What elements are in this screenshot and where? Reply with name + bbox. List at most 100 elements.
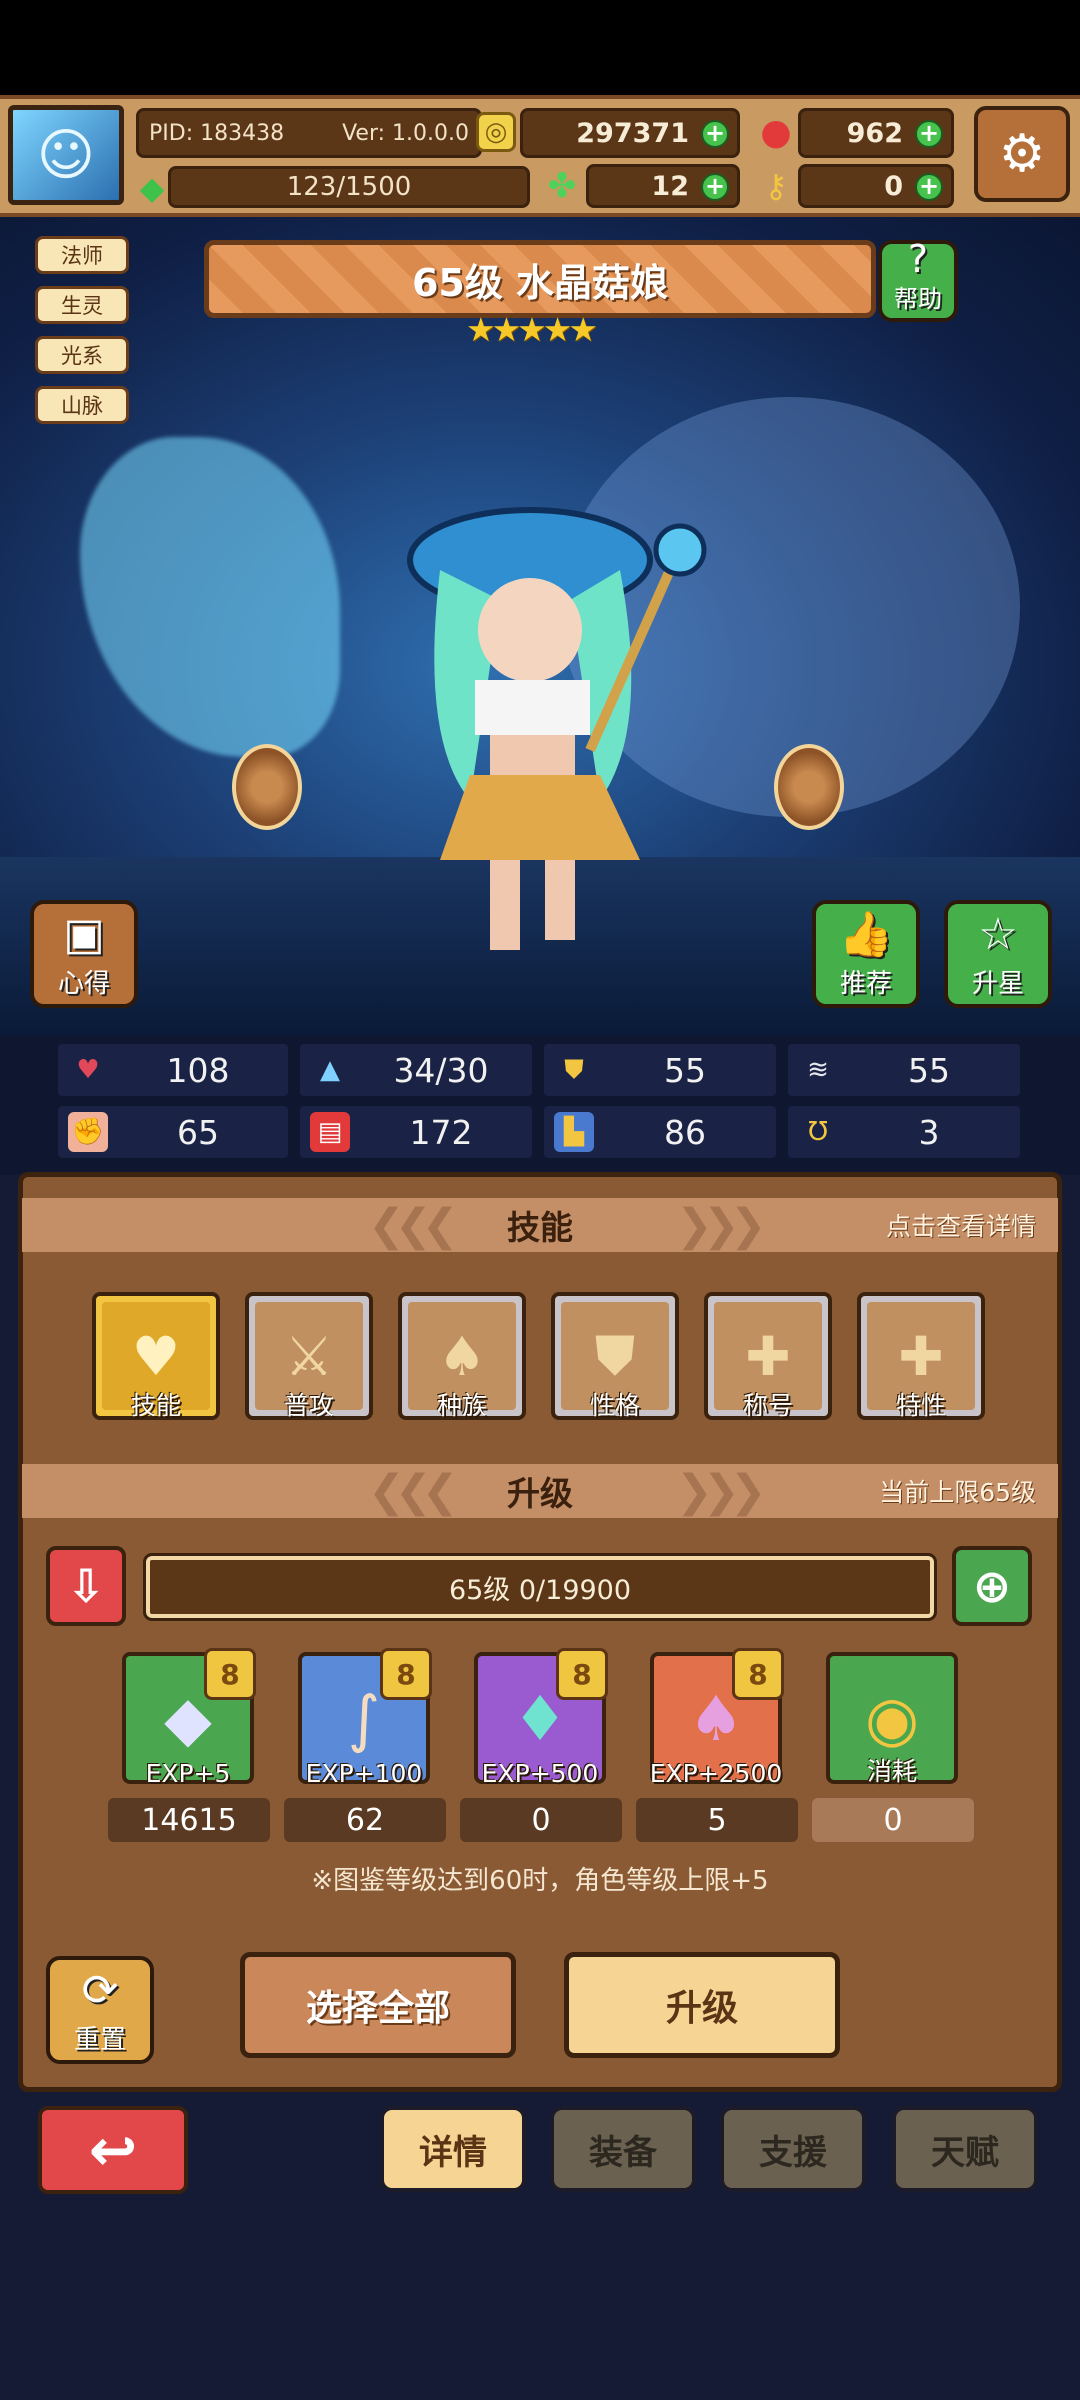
gem-display: 962 + xyxy=(798,108,954,158)
skill-slot-skill[interactable]: ♥ 技能 xyxy=(92,1292,220,1420)
plus-circle-icon: ⊕ xyxy=(972,1559,1012,1613)
chevron-right-icon: ❯❯❯ xyxy=(676,1199,767,1251)
ruby-gem-icon: ● xyxy=(760,111,792,153)
skill-slot-personality[interactable]: ⛊ 性格 xyxy=(551,1292,679,1420)
chevron-left-icon: ❮❮❮ xyxy=(368,1199,459,1251)
stat-magic: ▤ 172 xyxy=(300,1106,532,1158)
download-arrow-icon: ⇩ xyxy=(66,1559,106,1613)
level-down-button[interactable]: ⇩ xyxy=(46,1546,126,1626)
tab-label: 详情 xyxy=(419,2132,487,2173)
wing-icon: ≋ xyxy=(807,1055,829,1085)
floating-coin-right xyxy=(774,744,844,830)
exp-item-label: EXP+500 xyxy=(481,1759,599,1788)
key-display: 0 + xyxy=(798,164,954,208)
add-clover-button[interactable]: + xyxy=(701,173,729,201)
scroll-icon: ▣ xyxy=(63,909,105,960)
insight-button[interactable]: ▣ 心得 xyxy=(30,900,138,1008)
skill-label: 种族 xyxy=(436,1391,487,1420)
level-cap-notice: ※图鉴等级达到60时，角色等级上限+5 xyxy=(311,1866,769,1896)
back-button[interactable]: ↩ xyxy=(38,2106,188,2194)
skill-label: 特性 xyxy=(895,1391,946,1420)
settings-button[interactable]: ⚙ xyxy=(974,106,1070,202)
add-key-button[interactable]: + xyxy=(915,173,943,201)
player-avatar[interactable]: ☺ xyxy=(8,105,124,205)
level-progress-text: 65级 0/19900 xyxy=(448,1574,632,1606)
stat-hp: ♥ 108 xyxy=(58,1044,288,1096)
recommend-label: 推荐 xyxy=(839,969,892,999)
stat-mana-value: 34/30 xyxy=(393,1050,489,1090)
skill-label: 技能 xyxy=(130,1391,181,1420)
add-gem-button[interactable]: + xyxy=(915,120,943,148)
stat-magic-value: 172 xyxy=(409,1112,473,1152)
upgrade-header: ❮❮❮ 升级 ❯❯❯ 当前上限65级 xyxy=(22,1464,1058,1518)
shield-icon: ⛊ xyxy=(564,1054,584,1085)
refresh-icon: ⟳ xyxy=(81,1965,119,2016)
chevron-right-icon: ❯❯❯ xyxy=(676,1465,767,1517)
consume-item[interactable]: ◉ 消耗 xyxy=(826,1652,958,1786)
exp-item-100[interactable]: ∫ 8 EXP+100 xyxy=(298,1648,432,1788)
exp-item-label: EXP+100 xyxy=(305,1759,423,1788)
stat-resist-value: 86 xyxy=(664,1112,706,1152)
gear-icon: ⚙ xyxy=(998,124,1046,184)
thumbs-up-icon: 👍 xyxy=(838,909,894,960)
hero-title: 65级 水晶菇娘 xyxy=(411,260,669,305)
stat-luck: Ʊ 3 xyxy=(788,1106,1020,1158)
exp-item-count: 0 xyxy=(460,1798,622,1842)
exp-item-5[interactable]: ◆ 8 EXP+5 xyxy=(122,1648,256,1788)
tab-talent[interactable]: 天赋 xyxy=(892,2106,1038,2192)
star-icon: ☆ xyxy=(978,909,1018,960)
coin-badge-icon: 8 xyxy=(380,1648,432,1700)
upgrade-label: 升级 xyxy=(665,1988,738,2029)
exp-item-label: EXP+2500 xyxy=(649,1759,783,1788)
bone-icon: ∫ xyxy=(347,1681,381,1755)
hero-tag-element: 光系 xyxy=(35,336,129,374)
droplet-icon: ▲ xyxy=(320,1055,340,1085)
exp-item-500[interactable]: ♦ 8 EXP+500 xyxy=(474,1648,608,1788)
hero-tag-class: 法师 xyxy=(35,236,129,274)
skill-slot-trait[interactable]: ✚ 特性 xyxy=(857,1292,985,1420)
player-info: PID: 183438 Ver: 1.0.0.0 xyxy=(136,108,482,158)
skills-header[interactable]: ❮❮❮ 技能 ❯❯❯ 点击查看详情 xyxy=(22,1198,1058,1252)
add-gold-button[interactable]: + xyxy=(701,120,729,148)
stamina-leaf-icon: ◆ xyxy=(139,169,165,207)
consume-count: 0 xyxy=(812,1798,974,1842)
exp-item-label: 消耗 xyxy=(866,1757,917,1786)
star-up-label: 升星 xyxy=(971,969,1024,999)
coin-badge-icon: 8 xyxy=(556,1648,608,1700)
stat-speed-value: 55 xyxy=(908,1050,950,1090)
horseshoe-icon: Ʊ xyxy=(808,1117,828,1147)
help-button[interactable]: ? 帮助 xyxy=(878,239,958,322)
select-all-button[interactable]: 选择全部 xyxy=(240,1952,516,2058)
level-up-add-button[interactable]: ⊕ xyxy=(952,1546,1032,1626)
coin-badge-icon: 8 xyxy=(204,1648,256,1700)
stat-speed: ≋ 55 xyxy=(788,1044,1020,1096)
clover-display: 12 + xyxy=(586,164,740,208)
star-up-button[interactable]: ☆ 升星 xyxy=(944,900,1052,1008)
help-label: 帮助 xyxy=(894,285,942,313)
skill-label: 普攻 xyxy=(283,1391,334,1420)
tab-equipment[interactable]: 装备 xyxy=(550,2106,696,2192)
reset-label: 重置 xyxy=(73,2025,126,2055)
exp-item-2500[interactable]: ♠ 8 EXP+2500 xyxy=(650,1648,784,1788)
fist-icon: ✊ xyxy=(68,1112,108,1152)
hero-title-banner: 65级 水晶菇娘 xyxy=(204,240,876,318)
reset-button[interactable]: ⟳ 重置 xyxy=(46,1956,154,2064)
recommend-button[interactable]: 👍 推荐 xyxy=(812,900,920,1008)
skill-slot-title[interactable]: ✚ 称号 xyxy=(704,1292,832,1420)
select-all-label: 选择全部 xyxy=(305,1988,450,2029)
hero-star-rating: ★★★★★ xyxy=(466,310,598,349)
hero-tag-race: 生灵 xyxy=(35,286,129,324)
spellbook-icon: ▤ xyxy=(310,1112,350,1152)
upgrade-button[interactable]: 升级 xyxy=(564,1952,840,2058)
skill-label: 称号 xyxy=(742,1391,793,1420)
gold-coin-icon: ◉ xyxy=(864,1681,920,1755)
status-bar-area xyxy=(0,0,1080,95)
tab-support[interactable]: 支援 xyxy=(720,2106,866,2192)
stat-resist: ▙ 86 xyxy=(544,1106,776,1158)
tab-details[interactable]: 详情 xyxy=(380,2106,526,2192)
stat-hp-value: 108 xyxy=(166,1050,230,1090)
skill-slot-attack[interactable]: ⚔ 普攻 xyxy=(245,1292,373,1420)
heart-icon: ♥ xyxy=(76,1055,100,1085)
skill-slot-race[interactable]: ♠ 种族 xyxy=(398,1292,526,1420)
stat-attack: ✊ 65 xyxy=(58,1106,288,1158)
